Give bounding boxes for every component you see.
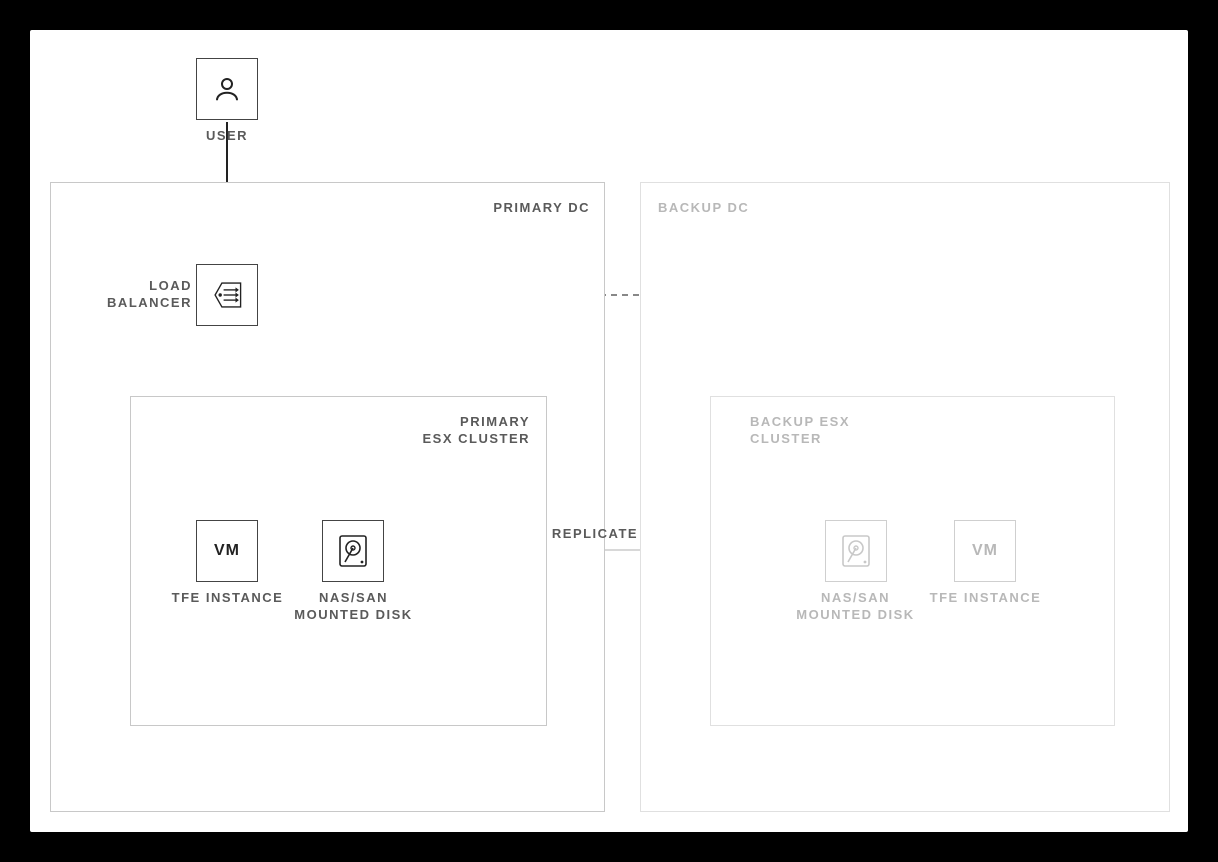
vm-text: VM [972,542,998,560]
primary-dc-title: PRIMARY DC [460,200,590,217]
backup-disk-label: NAS/SAN MOUNTED DISK [788,590,923,624]
backup-tfe-label: TFE INSTANCE [918,590,1053,607]
vm-text: VM [214,542,240,560]
backup-disk-node [825,520,887,582]
user-label: USER [196,128,258,145]
user-node [196,58,258,120]
user-icon [212,74,242,104]
primary-disk-node [322,520,384,582]
backup-dc-title: BACKUP DC [658,200,798,217]
backup-vm-node: VM [954,520,1016,582]
load-balancer-icon [210,278,244,312]
primary-tfe-label: TFE INSTANCE [160,590,295,607]
load-balancer-node [196,264,258,326]
primary-disk-label: NAS/SAN MOUNTED DISK [286,590,421,624]
diagram-canvas: USER PRIMARY DC LOAD BALANCER PRIMARY ES… [30,30,1188,832]
disk-icon [841,534,871,568]
backup-cluster-title: BACKUP ESX CLUSTER [750,414,890,448]
load-balancer-label: LOAD BALANCER [100,278,192,312]
primary-vm-node: VM [196,520,258,582]
disk-icon [338,534,368,568]
primary-cluster-title: PRIMARY ESX CLUSTER [390,414,530,448]
